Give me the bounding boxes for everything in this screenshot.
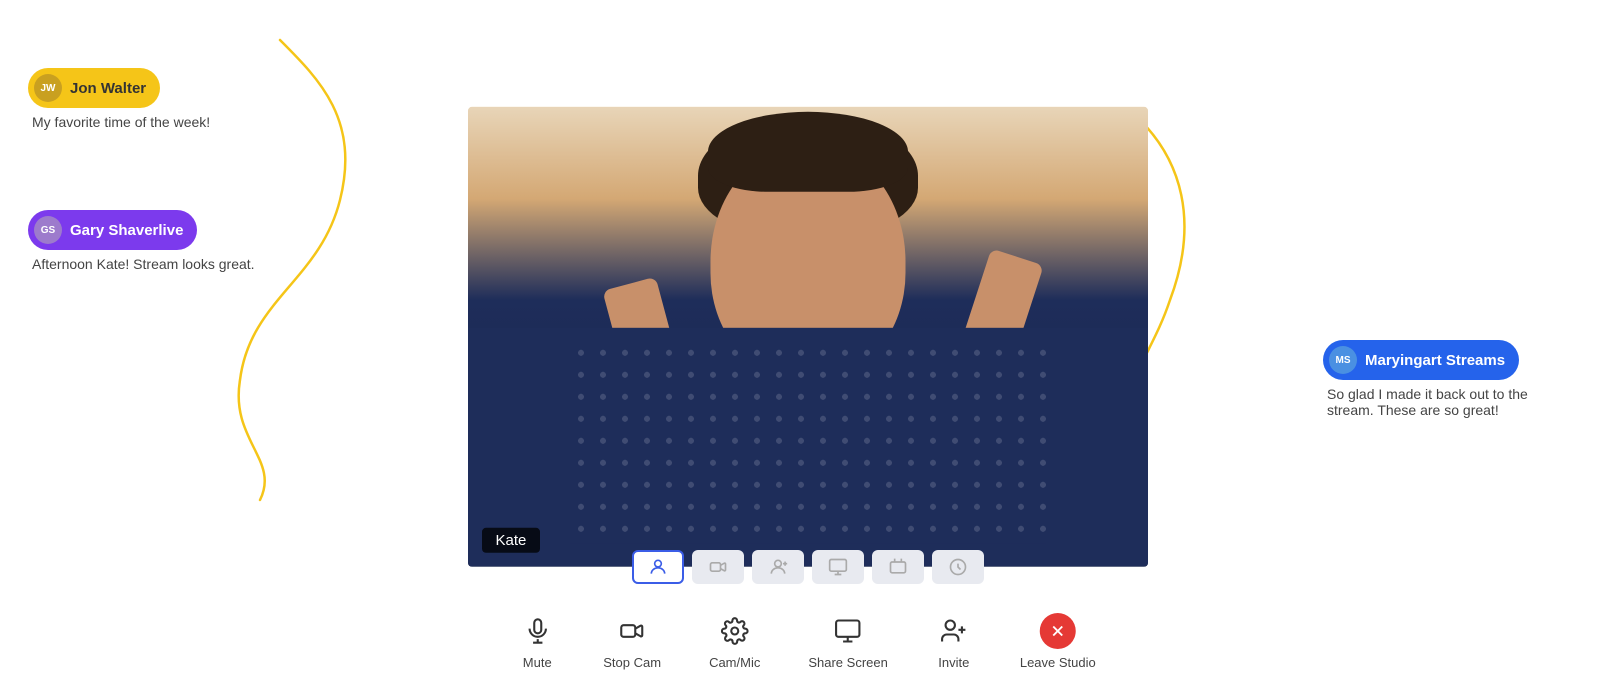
icon-pill-3[interactable]	[752, 550, 804, 584]
mary-message: So glad I made it back out to the stream…	[1323, 386, 1563, 418]
videocam-icon	[614, 613, 650, 649]
jon-name: Jon Walter	[70, 80, 146, 97]
mute-button[interactable]: Mute	[519, 613, 555, 670]
jon-message: My favorite time of the week!	[28, 114, 214, 130]
avatar-jon: JW	[34, 74, 62, 102]
controls-bar: Mute Stop Cam Cam/Mic Share Scre	[519, 613, 1096, 670]
invite-button[interactable]: Invite	[936, 613, 972, 670]
cam-mic-button[interactable]: Cam/Mic	[709, 613, 760, 670]
avatar-mary: MS	[1329, 346, 1357, 374]
leave-icon	[1040, 613, 1076, 649]
mute-label: Mute	[523, 655, 552, 670]
icon-pill-5[interactable]	[872, 550, 924, 584]
icon-pill-2[interactable]	[692, 550, 744, 584]
stop-cam-button[interactable]: Stop Cam	[603, 613, 661, 670]
stop-cam-label: Stop Cam	[603, 655, 661, 670]
cam-mic-label: Cam/Mic	[709, 655, 760, 670]
video-participant-label: Kate	[482, 528, 541, 553]
chat-bubble-mary: MS Maryingart Streams So glad I made it …	[1323, 340, 1563, 418]
chat-bubble-jon: JW Jon Walter My favorite time of the we…	[28, 68, 214, 130]
icon-row	[632, 550, 984, 584]
gary-name: Gary Shaverlive	[70, 222, 183, 239]
video-feed	[468, 107, 1148, 567]
avatar-gary: GS	[34, 216, 62, 244]
leave-studio-button[interactable]: Leave Studio	[1020, 613, 1096, 670]
mic-icon	[519, 613, 555, 649]
monitor-icon	[830, 613, 866, 649]
leave-studio-label: Leave Studio	[1020, 655, 1096, 670]
mary-name: Maryingart Streams	[1365, 352, 1505, 369]
icon-pill-person[interactable]	[632, 550, 684, 584]
chat-bubble-gary: GS Gary Shaverlive Afternoon Kate! Strea…	[28, 210, 259, 272]
person-add-icon	[936, 613, 972, 649]
video-container: Kate	[468, 107, 1148, 567]
settings-icon	[717, 613, 753, 649]
share-screen-button[interactable]: Share Screen	[808, 613, 888, 670]
icon-pill-4[interactable]	[812, 550, 864, 584]
icon-pill-6[interactable]	[932, 550, 984, 584]
gary-message: Afternoon Kate! Stream looks great.	[28, 256, 259, 272]
share-screen-label: Share Screen	[808, 655, 888, 670]
invite-label: Invite	[938, 655, 969, 670]
